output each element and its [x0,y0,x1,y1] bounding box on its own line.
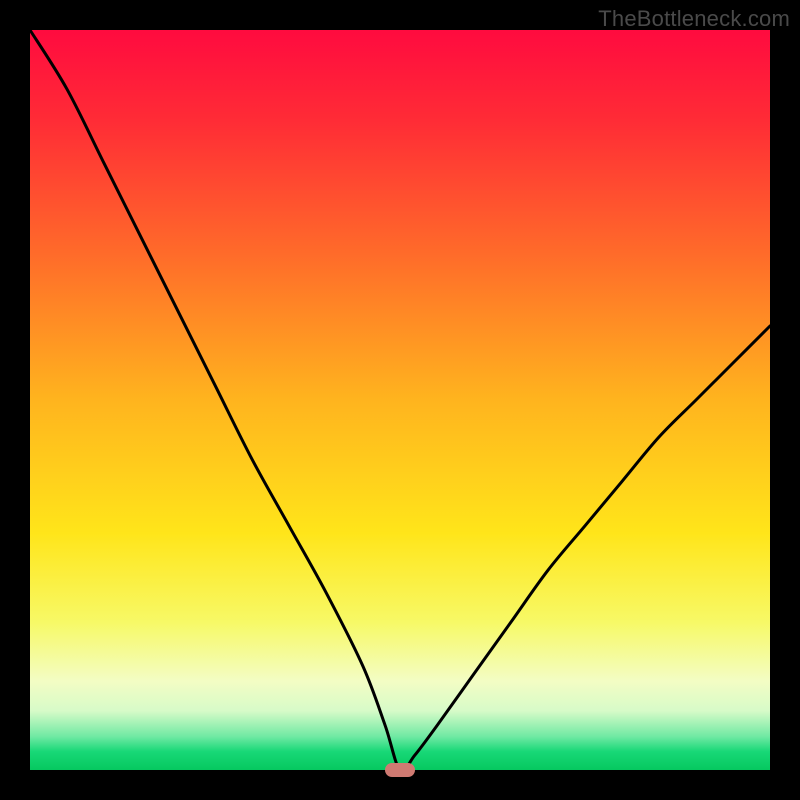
bottleneck-chart: TheBottleneck.com [0,0,800,800]
chart-plot-area [0,0,800,800]
plot-background [30,30,770,770]
watermark-text: TheBottleneck.com [598,6,790,32]
optimal-point-marker [385,763,415,777]
